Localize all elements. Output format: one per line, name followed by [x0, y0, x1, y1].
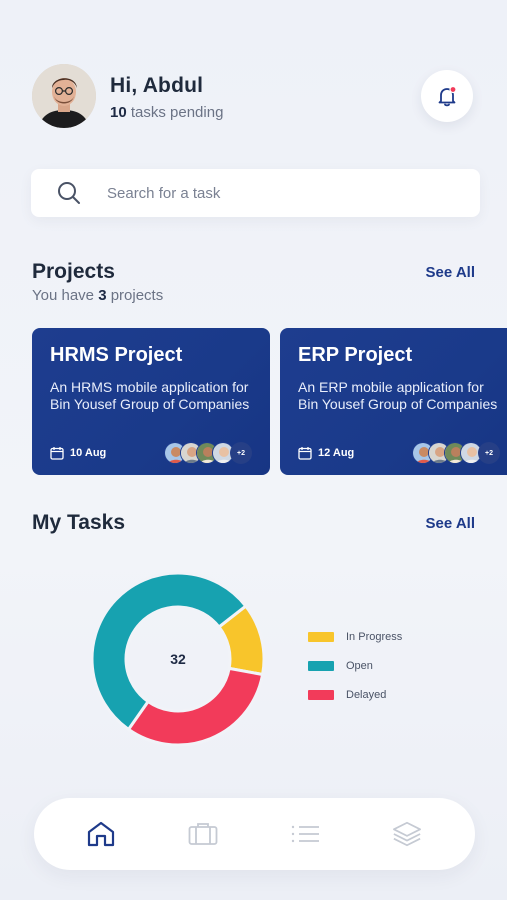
project-card[interactable]: ERP Project An ERP mobile application fo… [280, 328, 507, 475]
nav-tasks[interactable] [290, 820, 320, 848]
legend-swatch [308, 660, 334, 671]
tasks-pending-text: 10 tasks pending [110, 104, 223, 121]
project-date: 10 Aug [50, 446, 106, 460]
projects-count-suffix: projects [106, 287, 164, 304]
layers-icon [393, 821, 421, 847]
greeting-title: Hi, Abdul [110, 74, 204, 97]
user-avatar[interactable] [32, 64, 96, 128]
legend-label: Open [346, 659, 373, 672]
project-date: 12 Aug [298, 446, 354, 460]
list-icon [291, 825, 319, 843]
projects-title: Projects [32, 260, 115, 283]
projects-count-text: You have 3 projects [32, 287, 163, 304]
pending-count: 10 [110, 104, 127, 121]
project-name: ERP Project [298, 344, 413, 366]
project-members[interactable]: +2 [164, 442, 252, 464]
donut-slice-delayed [126, 666, 265, 746]
notification-button[interactable] [421, 70, 473, 122]
project-description: An HRMS mobile application for Bin Youse… [50, 379, 250, 412]
legend-swatch [308, 631, 334, 642]
more-members-badge: +2 [230, 442, 252, 464]
nav-home[interactable] [86, 820, 116, 848]
project-card[interactable]: HRMS Project An HRMS mobile application … [32, 328, 270, 475]
greeting-block: Hi, Abdul 10 tasks pending [110, 74, 223, 121]
tasks-see-all-link[interactable]: See All [426, 515, 475, 532]
project-date-text: 12 Aug [318, 447, 355, 459]
projects-count: 3 [98, 287, 107, 304]
project-description: An ERP mobile application for Bin Yousef… [298, 379, 498, 412]
search-bar[interactable] [31, 169, 480, 217]
project-date-text: 10 Aug [70, 447, 107, 459]
legend-item: Open [308, 651, 402, 680]
legend-item: In Progress [308, 622, 402, 651]
legend-label: In Progress [346, 630, 403, 643]
calendar-icon [50, 447, 64, 460]
search-input[interactable] [107, 184, 447, 202]
project-members[interactable]: +2 [412, 442, 500, 464]
bottom-navigation [34, 798, 475, 870]
nav-layers[interactable] [392, 820, 422, 848]
donut-center-total: 32 [170, 651, 186, 667]
pending-label: tasks pending [126, 104, 224, 121]
projects-see-all-link[interactable]: See All [426, 264, 475, 281]
home-icon [87, 821, 115, 847]
nav-projects[interactable] [188, 820, 218, 848]
chart-legend: In Progress Open Delayed [308, 622, 402, 709]
search-icon [58, 182, 80, 204]
legend-item: Delayed [308, 680, 402, 709]
more-members-badge: +2 [478, 442, 500, 464]
tasks-donut-chart: 32 [91, 572, 265, 746]
projects-count-prefix: You have [32, 287, 99, 304]
calendar-icon [298, 447, 312, 460]
my-tasks-title: My Tasks [32, 511, 125, 534]
legend-label: Delayed [346, 688, 387, 701]
bell-icon [438, 85, 457, 107]
legend-swatch [308, 689, 334, 700]
project-name: HRMS Project [50, 344, 183, 366]
briefcase-icon [188, 823, 218, 845]
